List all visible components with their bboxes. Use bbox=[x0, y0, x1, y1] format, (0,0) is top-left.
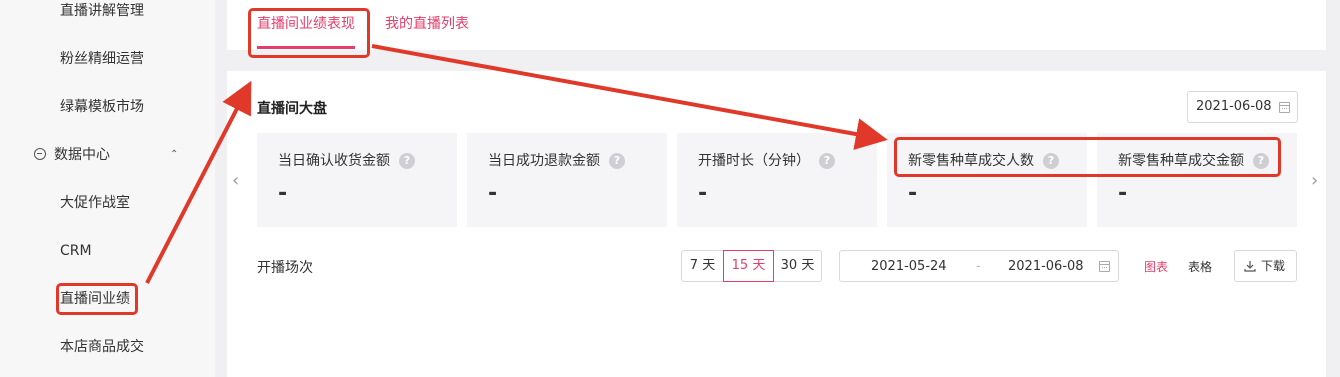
carousel-prev-icon[interactable]: ‹ bbox=[232, 170, 239, 191]
metric-label: 当日成功退款金额 bbox=[488, 153, 600, 169]
minus-circle-icon bbox=[34, 148, 46, 160]
metric-label: 当日确认收货金额 bbox=[278, 153, 390, 169]
sidebar-group-data-center[interactable]: 数据中心 ⌃ bbox=[34, 144, 184, 166]
help-icon[interactable]: ? bbox=[609, 153, 625, 169]
annotation-box-sidebar bbox=[56, 283, 138, 315]
metric-value: - bbox=[278, 181, 288, 206]
sidebar-item-promo-room[interactable]: 大促作战室 bbox=[60, 192, 130, 214]
sidebar: 直播讲解管理 粉丝精细运营 绿幕模板市场 数据中心 ⌃ 大促作战室 CRM 直播… bbox=[0, 0, 215, 377]
carousel-next-icon[interactable]: › bbox=[1311, 170, 1318, 191]
download-icon bbox=[1244, 261, 1256, 272]
calendar-icon bbox=[1279, 102, 1290, 113]
sidebar-item-greenscreen[interactable]: 绿幕模板市场 bbox=[60, 96, 144, 118]
help-icon[interactable]: ? bbox=[399, 153, 415, 169]
metric-card: 开播时长（分钟）? - bbox=[677, 133, 877, 227]
calendar-icon bbox=[1099, 261, 1110, 272]
help-icon[interactable]: ? bbox=[819, 153, 835, 169]
metric-value: - bbox=[698, 181, 708, 206]
sidebar-item-live-explain[interactable]: 直播讲解管理 bbox=[60, 0, 144, 22]
range-15-days-button[interactable]: 15 天 bbox=[723, 250, 774, 282]
sidebar-item-store-sales[interactable]: 本店商品成交 bbox=[60, 336, 144, 358]
download-button[interactable]: 下载 bbox=[1234, 250, 1297, 282]
range-end-date: 2021-06-08 bbox=[1008, 259, 1084, 274]
tab-live-list[interactable]: 我的直播列表 bbox=[385, 13, 469, 33]
dashboard-date-value: 2021-06-08 bbox=[1196, 99, 1272, 114]
dashboard-date-picker[interactable]: 2021-06-08 bbox=[1187, 91, 1298, 123]
range-30-days-button[interactable]: 30 天 bbox=[773, 250, 822, 282]
view-table-toggle[interactable]: 表格 bbox=[1188, 258, 1212, 275]
sessions-label: 开播场次 bbox=[257, 260, 313, 276]
view-chart-toggle[interactable]: 图表 bbox=[1144, 258, 1168, 275]
metric-card: 当日成功退款金额? - bbox=[467, 133, 667, 227]
download-label: 下载 bbox=[1261, 259, 1286, 273]
metric-label: 开播时长（分钟） bbox=[698, 153, 810, 169]
dashboard-title: 直播间大盘 bbox=[257, 101, 327, 117]
metric-value: - bbox=[1118, 181, 1128, 206]
range-7-days-button[interactable]: 7 天 bbox=[681, 250, 724, 282]
annotation-box-tab bbox=[248, 8, 370, 58]
metric-value: - bbox=[908, 181, 918, 206]
range-separator: - bbox=[976, 259, 981, 274]
sidebar-group-label: 数据中心 bbox=[54, 147, 110, 163]
date-range-picker[interactable]: 2021-05-24 - 2021-06-08 bbox=[839, 250, 1119, 282]
annotation-box-metrics bbox=[894, 137, 1281, 177]
sidebar-item-crm[interactable]: CRM bbox=[60, 240, 92, 262]
sidebar-item-fan-ops[interactable]: 粉丝精细运营 bbox=[60, 48, 144, 70]
metric-card: 当日确认收货金额? - bbox=[257, 133, 457, 227]
metric-value: - bbox=[488, 181, 498, 206]
range-start-date: 2021-05-24 bbox=[871, 259, 947, 274]
chevron-up-icon: ⌃ bbox=[170, 149, 179, 160]
